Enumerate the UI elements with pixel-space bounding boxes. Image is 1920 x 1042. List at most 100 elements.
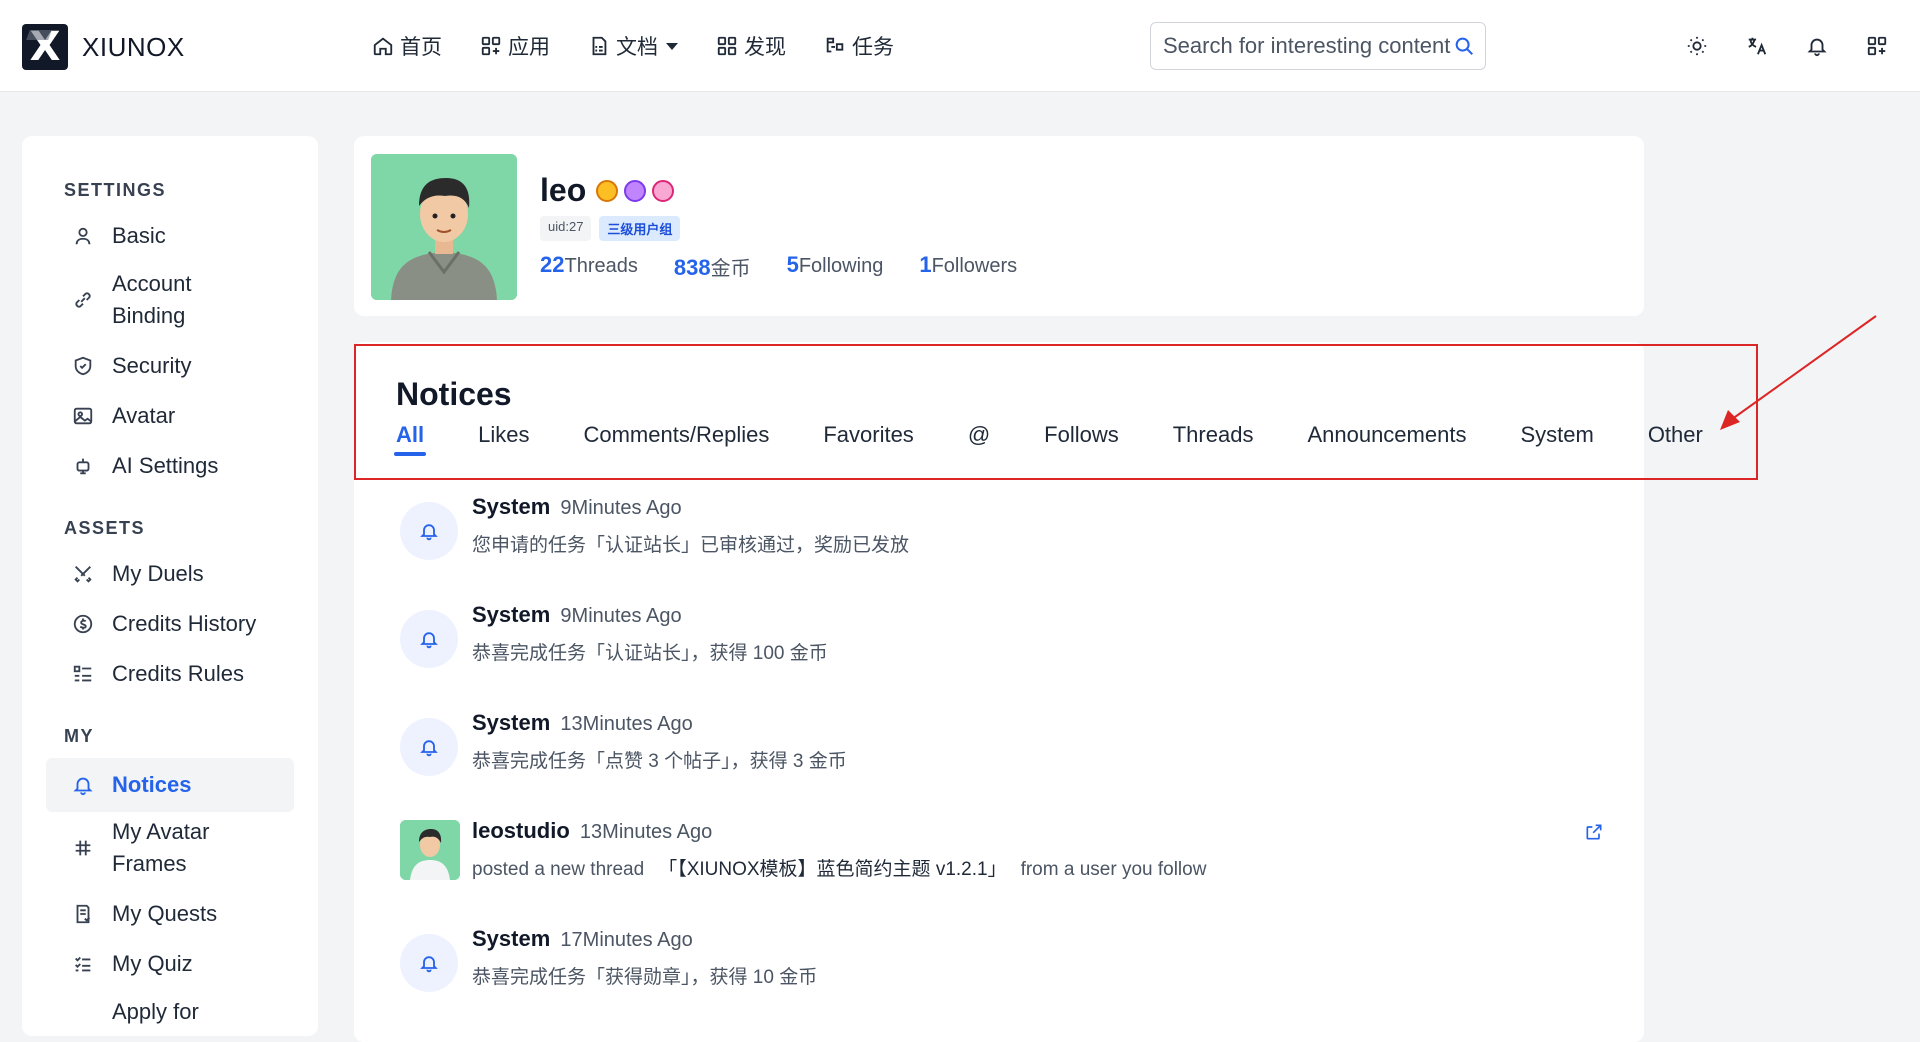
notice-time: 9Minutes Ago xyxy=(560,497,682,519)
tab-all[interactable]: All xyxy=(393,422,427,456)
medal-icon[interactable] xyxy=(596,180,618,202)
avatar[interactable] xyxy=(400,820,460,880)
quest-icon xyxy=(76,904,91,924)
tab-favorites[interactable]: Favorites xyxy=(823,422,913,456)
tasks-icon xyxy=(826,37,844,53)
image-icon xyxy=(73,407,93,425)
docs-icon xyxy=(592,36,607,56)
tab-system[interactable]: System xyxy=(1520,422,1593,456)
home-icon xyxy=(373,37,393,56)
notice-body-suffix: from a user you follow xyxy=(1020,859,1207,880)
header-actions xyxy=(1683,32,1920,60)
robot-icon xyxy=(76,458,90,475)
open-thread-button[interactable] xyxy=(1584,822,1606,844)
profile-badges: uid:27 三级用户组 xyxy=(540,216,688,241)
tab-threads[interactable]: Threads xyxy=(1173,422,1254,456)
notice-sender[interactable]: leostudio xyxy=(472,818,570,843)
search-box xyxy=(1150,22,1486,70)
sidebar-item-account-binding[interactable]: Account Binding xyxy=(22,268,272,332)
bell-icon xyxy=(420,524,438,541)
notice-time: 13Minutes Ago xyxy=(560,713,693,735)
notice-sender[interactable]: System xyxy=(472,602,550,627)
thread-link[interactable]: 「【XIUNOX模板】蓝色简约主题 v1.2.1」 xyxy=(658,859,1006,880)
search-input[interactable] xyxy=(1163,33,1453,59)
logo-mark-icon: X xyxy=(22,24,68,70)
search-icon[interactable] xyxy=(1453,35,1475,57)
nav-docs-label: 文档 xyxy=(616,36,658,59)
tab-comments-replies[interactable]: Comments/Replies xyxy=(583,422,769,456)
notice-sender[interactable]: System xyxy=(472,710,550,735)
bell-icon xyxy=(420,740,438,757)
tab-mentions[interactable]: @ xyxy=(968,422,990,456)
sidebar-item-label: Security xyxy=(112,353,192,378)
notice-header: System 9Minutes Ago xyxy=(472,602,682,628)
sidebar-item-label: Credits History xyxy=(112,611,257,636)
site-logo[interactable]: X XIUNOX xyxy=(22,24,185,70)
sidebar-item-credits-history[interactable]: Credits History xyxy=(22,608,292,640)
nav-docs[interactable]: 文档 xyxy=(588,31,678,61)
notice-header: System 9Minutes Ago xyxy=(472,494,682,520)
nav-discover[interactable]: 发现 xyxy=(716,31,786,61)
medal-icon[interactable] xyxy=(652,180,674,202)
tab-announcements[interactable]: Announcements xyxy=(1307,422,1466,456)
stat-threads[interactable]: 22Threads xyxy=(540,252,638,281)
top-header: X XIUNOX 首页 应用 文档 发现 任务 xyxy=(0,0,1920,92)
list-item[interactable]: System 17Minutes Ago 恭喜完成任务「获得勋章」，获得 10 … xyxy=(400,926,1600,1006)
sidebar-item-ai-settings[interactable]: AI Settings xyxy=(22,450,292,482)
sidebar-section-settings: SETTINGS xyxy=(64,180,167,200)
sidebar-item-label: Avatar xyxy=(112,403,176,428)
notice-time: 17Minutes Ago xyxy=(560,929,693,951)
sidebar-item-security[interactable]: Security xyxy=(22,350,292,382)
sidebar-item-label: My Quiz xyxy=(112,951,193,976)
notice-body: 恭喜完成任务「认证站长」，获得 100 金币 xyxy=(472,643,828,664)
tab-likes[interactable]: Likes xyxy=(478,422,529,456)
sidebar-item-my-quiz[interactable]: My Quiz xyxy=(22,948,292,980)
nav-apps[interactable]: 应用 xyxy=(480,31,550,61)
medal-icon[interactable] xyxy=(624,180,646,202)
list-item[interactable]: System 13Minutes Ago 恭喜完成任务「点赞 3 个帖子」，获得… xyxy=(400,710,1600,790)
stat-followers[interactable]: 1Followers xyxy=(919,252,1017,281)
profile-username: leo xyxy=(540,172,587,208)
sidebar-item-label: Account Binding xyxy=(112,271,192,328)
list-item[interactable]: System 9Minutes Ago 您申请的任务「认证站长」已审核通过，奖励… xyxy=(400,494,1600,574)
nav-tasks[interactable]: 任务 xyxy=(824,31,894,61)
discover-icon xyxy=(717,36,737,56)
sidebar-item-basic[interactable]: Basic xyxy=(22,220,292,252)
stat-following[interactable]: 5Following xyxy=(787,252,884,281)
notice-header: System 17Minutes Ago xyxy=(472,926,693,952)
sidebar-item-avatar[interactable]: Avatar xyxy=(22,400,292,432)
sidebar-item-apply-for[interactable]: Apply for xyxy=(22,996,292,1028)
main-nav: 首页 应用 文档 发现 任务 xyxy=(372,0,932,92)
sidebar-item-credits-rules[interactable]: Credits Rules xyxy=(22,658,292,690)
tab-other[interactable]: Other xyxy=(1648,422,1703,456)
profile-stats: 22Threads 838金币 5Following 1Followers xyxy=(540,252,1053,281)
swords-icon xyxy=(74,566,92,583)
list-item[interactable]: System 9Minutes Ago 恭喜完成任务「认证站长」，获得 100 … xyxy=(400,602,1600,682)
notice-body: 恭喜完成任务「点赞 3 个帖子」，获得 3 金币 xyxy=(472,751,847,772)
notice-sender[interactable]: System xyxy=(472,494,550,519)
list-item[interactable]: leostudio 13Minutes Ago posted a new thr… xyxy=(400,818,1602,898)
notice-body: 恭喜完成任务「获得勋章」，获得 10 金币 xyxy=(472,967,818,988)
sidebar-item-my-quests[interactable]: My Quests xyxy=(22,898,292,930)
sidebar-item-my-duels[interactable]: My Duels xyxy=(22,558,292,590)
tab-follows[interactable]: Follows xyxy=(1044,422,1119,456)
external-link-icon xyxy=(1586,824,1602,840)
nav-home[interactable]: 首页 xyxy=(372,31,442,61)
stat-label: Threads xyxy=(564,255,638,277)
stat-value: 838 xyxy=(673,255,711,280)
notifications-button[interactable] xyxy=(1803,32,1831,60)
stat-coins[interactable]: 838金币 xyxy=(674,252,751,281)
notice-sender[interactable]: System xyxy=(472,926,550,951)
theme-toggle-button[interactable] xyxy=(1683,32,1711,60)
nav-tasks-label: 任务 xyxy=(852,36,894,59)
sidebar-item-my-avatar-frames[interactable]: My Avatar Frames xyxy=(22,816,272,880)
sidebar-item-notices[interactable]: Notices xyxy=(46,758,294,812)
bell-icon xyxy=(1807,38,1827,57)
language-button[interactable] xyxy=(1743,32,1771,60)
apps-menu-button[interactable] xyxy=(1863,32,1891,60)
stat-label: 金币 xyxy=(710,258,751,280)
user-icon xyxy=(75,227,91,245)
sidebar-section-my: MY xyxy=(64,726,94,746)
notice-tabs: All Likes Comments/Replies Favorites @ F… xyxy=(393,422,1757,456)
avatar[interactable] xyxy=(371,154,517,300)
